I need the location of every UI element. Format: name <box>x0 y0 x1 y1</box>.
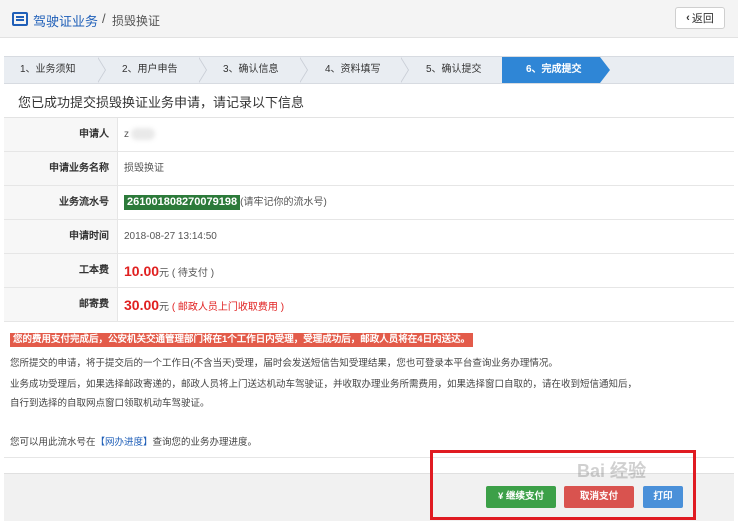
payment-alert: 您的费用支付完成后，公安机关交通管理部门将在1个工作日内受理，受理成功后，邮政人… <box>10 333 474 347</box>
progress-steps: 1、业务须知 2、用户申告 3、确认信息 4、资料填写 5、确认提交 6、完成提… <box>4 56 734 84</box>
info-row-applicant: 申请人 z <box>4 118 734 152</box>
top-bar: 驾驶证业务 / 损毁换证 ‹ 返回 <box>0 0 738 38</box>
notice-panel: 您的费用支付完成后，公安机关交通管理部门将在1个工作日内受理，受理成功后，邮政人… <box>4 325 734 458</box>
notice-para-3: 自行到选择的自取网点窗口领取机动车驾驶证。 <box>10 398 210 409</box>
cost-label: 工本费 <box>4 254 118 287</box>
chevron-left-icon: ‹ <box>686 12 690 24</box>
business-value: 损毁换证 <box>124 163 164 174</box>
post-label: 邮寄费 <box>4 288 118 321</box>
info-row-cost: 工本费 10.00元 ( 待支付 ) <box>4 254 734 288</box>
time-value: 2018-08-27 13:14:50 <box>124 231 217 242</box>
time-label: 申请时间 <box>4 220 118 253</box>
post-value-cell: 30.00元 ( 邮政人员上门收取费用 ) <box>124 288 284 321</box>
notice-para-1: 您所提交的申请，将于提交后的一个工作日(不含当天)受理，届时会发送短信告知受理结… <box>10 358 558 369</box>
notice-para-2: 业务成功受理后，如果选择邮政寄递的，邮政人员将上门送达机动车驾驶证，并收取办理业… <box>10 379 638 390</box>
post-note: ( 邮政人员上门收取费用 ) <box>171 302 285 313</box>
breadcrumb-separator: / <box>102 11 106 26</box>
notice-para-4: 您可以用此流水号在【网办进度】查询您的业务办理进度。 <box>10 434 257 448</box>
post-amount: 30.00 <box>124 297 160 313</box>
info-row-business: 申请业务名称 损毁换证 <box>4 152 734 186</box>
step-5: 5、确认提交 <box>426 64 482 75</box>
back-button-label: 返回 <box>691 13 714 25</box>
serial-value-cell: 261001808270079198 (请牢记你的流水号) <box>124 186 327 219</box>
applicant-name: z <box>124 129 129 140</box>
cost-amount: 10.00 <box>124 263 160 279</box>
notice-para-4-suffix: 查询您的业务办理进度。 <box>152 437 258 448</box>
step-divider <box>400 57 408 83</box>
notice-para-4-prefix: 您可以用此流水号在 <box>10 437 96 448</box>
applicant-value: z <box>124 118 155 151</box>
serial-note: (请牢记你的流水号) <box>240 197 327 208</box>
watermark: Bai 经验 <box>577 461 647 481</box>
step-6: 6、完成提交 <box>526 64 582 75</box>
redacted-blur <box>131 128 155 141</box>
highlight-box <box>430 450 696 520</box>
serial-label: 业务流水号 <box>4 186 118 219</box>
info-row-postage: 邮寄费 30.00元 ( 邮政人员上门收取费用 ) <box>4 288 734 322</box>
step-3: 3、确认信息 <box>223 64 279 75</box>
page-title: 驾驶证业务 <box>33 14 99 29</box>
post-unit: 元 <box>159 302 170 313</box>
cost-note: ( 待支付 ) <box>171 268 215 279</box>
step-4: 4、资料填写 <box>325 64 381 75</box>
step-2: 2、用户申告 <box>122 64 178 75</box>
step-divider <box>299 57 307 83</box>
application-info-table: 申请人 z 申请业务名称 损毁换证 业务流水号 2610018082700791… <box>4 117 734 322</box>
applicant-label: 申请人 <box>4 118 118 151</box>
step-active-arrow <box>600 57 610 83</box>
business-label: 申请业务名称 <box>4 152 118 185</box>
document-icon <box>12 12 28 26</box>
cost-unit: 元 <box>159 268 170 279</box>
step-1: 1、业务须知 <box>20 64 76 75</box>
step-divider <box>198 57 206 83</box>
progress-link[interactable]: 【网办进度】 <box>96 437 153 448</box>
info-row-serial: 业务流水号 261001808270079198 (请牢记你的流水号) <box>4 186 734 220</box>
back-button[interactable]: ‹ 返回 <box>675 7 725 29</box>
info-row-time: 申请时间 2018-08-27 13:14:50 <box>4 220 734 254</box>
cost-value-cell: 10.00元 ( 待支付 ) <box>124 254 214 287</box>
step-divider <box>97 57 105 83</box>
breadcrumb-current: 损毁换证 <box>112 14 161 28</box>
success-heading: 您已成功提交损毁换证业务申请，请记录以下信息 <box>18 95 305 110</box>
serial-number: 261001808270079198 <box>124 194 241 210</box>
